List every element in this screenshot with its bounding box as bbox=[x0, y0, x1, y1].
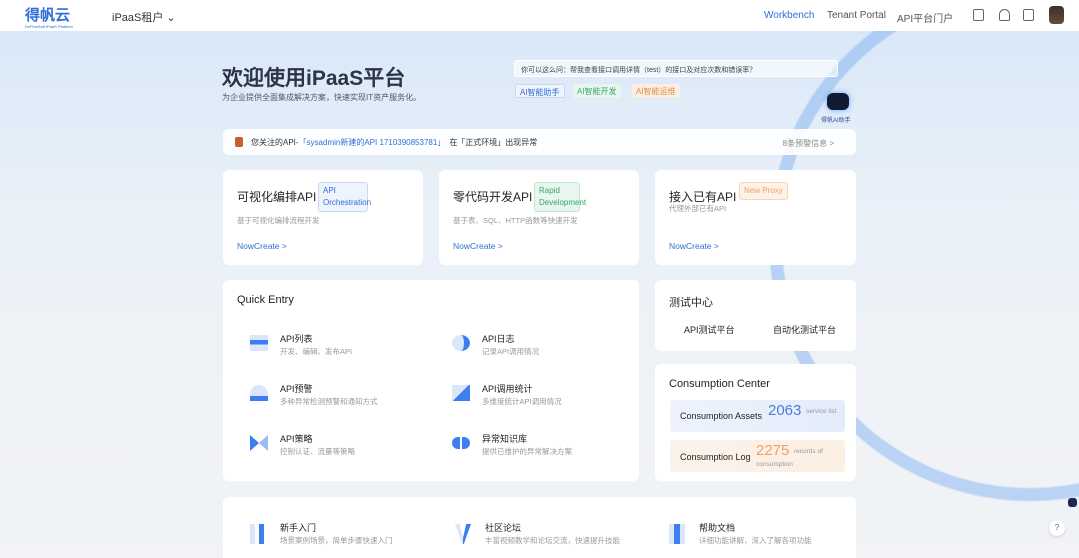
entry-title: API调用统计 bbox=[482, 384, 533, 394]
card-desc: 基于可视化编排流程开发 bbox=[237, 216, 320, 225]
quick-entry-knowledge[interactable]: 异常知识库提供已维护的异常解决方案 bbox=[452, 432, 632, 462]
help-question-icon[interactable]: ? bbox=[1049, 520, 1065, 536]
getting-started-icon bbox=[250, 524, 264, 544]
entry-desc: 多维度统计API调用情况 bbox=[482, 397, 562, 406]
card-desc: 代理外部已有API bbox=[669, 204, 727, 213]
quick-entry-api-log[interactable]: API日志记录API调用情况 bbox=[452, 332, 632, 362]
entry-desc: 提供已维护的异常解决方案 bbox=[482, 447, 572, 456]
notice-suffix: 在「正式环境」出现异常 bbox=[449, 137, 538, 147]
card-badge: API Orchestration bbox=[318, 182, 371, 212]
help-desc: 场景案例场景，简单步骤快速入门 bbox=[280, 536, 393, 545]
consumption-title: Consumption Center bbox=[669, 378, 770, 390]
nav-api-portal[interactable]: API平台门户 bbox=[897, 10, 953, 25]
quick-entry-api-policy[interactable]: API策略控制认证、流量等策略 bbox=[250, 432, 430, 462]
avatar[interactable] bbox=[1049, 6, 1064, 24]
entry-title: API列表 bbox=[280, 334, 313, 344]
floating-robot-icon[interactable] bbox=[1068, 498, 1077, 507]
card-badge: New Proxy bbox=[739, 182, 788, 200]
consumption-log[interactable]: Consumption Log 2275 records of consumpt… bbox=[670, 440, 845, 472]
logo-subtitle: DeFineSoft iPaaS Platform bbox=[25, 24, 73, 29]
alerts-more-link[interactable]: 8条预警信息 > bbox=[783, 138, 834, 149]
stats-icon bbox=[452, 385, 470, 401]
create-card-lowcode[interactable]: 零代码开发API Rapid Development 基于表、SQL、HTTP函… bbox=[439, 170, 639, 265]
top-header: 得帆云 DeFineSoft iPaaS Platform iPaaS租户 ⌄ W… bbox=[0, 0, 1079, 31]
consumption-assets[interactable]: Consumption Assets 2063 service list bbox=[670, 400, 845, 432]
entry-desc: 控制认证、流量等策略 bbox=[280, 447, 355, 456]
card-desc: 基于表、SQL、HTTP函数等快速开发 bbox=[453, 216, 578, 225]
tenant-select[interactable]: iPaaS租户 ⌄ bbox=[112, 9, 176, 25]
quick-entry-api-alert[interactable]: API预警多种异常检测预警和通知方式 bbox=[250, 382, 430, 412]
card-title: 可视化编排API bbox=[237, 190, 317, 204]
help-title: 帮助文档 bbox=[699, 523, 736, 533]
quick-entry-api-list[interactable]: API列表开发、编辑、发布API bbox=[250, 332, 430, 362]
entry-title: 异常知识库 bbox=[482, 434, 528, 444]
quick-entry-title: Quick Entry bbox=[237, 294, 294, 306]
entry-title: API策略 bbox=[280, 434, 313, 444]
tenant-label: iPaaS租户 bbox=[112, 12, 164, 24]
log-icon bbox=[452, 335, 470, 351]
now-create-link[interactable]: NowCreate > bbox=[453, 241, 503, 251]
help-desc: 详细功能讲解，深入了解各项功能 bbox=[699, 536, 812, 545]
chevron-down-icon: ⌄ bbox=[166, 12, 176, 24]
now-create-link[interactable]: NowCreate > bbox=[669, 241, 719, 251]
policy-icon bbox=[250, 435, 268, 451]
alert-notice-bar: 您关注的API- 「sysadmin新建的API 1710390853781」 … bbox=[223, 129, 856, 155]
bell-icon[interactable] bbox=[999, 9, 1010, 21]
api-test-platform-link[interactable]: API测试平台 bbox=[684, 323, 735, 336]
entry-title: API日志 bbox=[482, 334, 515, 344]
ai-tag-assistant[interactable]: AI智能助手 bbox=[515, 84, 565, 98]
consumption-center-panel: Consumption Center Consumption Assets 20… bbox=[655, 364, 856, 481]
ai-tag-ops[interactable]: AI智能运维 bbox=[632, 84, 680, 98]
quick-entry-api-stats[interactable]: API调用统计多维度统计API调用情况 bbox=[452, 382, 632, 412]
ai-robot-label: 得帆AI助手 bbox=[821, 118, 851, 124]
notice-prefix: 您关注的API- bbox=[251, 137, 299, 147]
list-icon bbox=[250, 335, 268, 351]
help-panel: 新手入门场景案例场景，简单步骤快速入门 社区论坛丰富视频教学和论坛交流，快速提升… bbox=[223, 497, 856, 558]
assets-label: Consumption Assets bbox=[680, 411, 763, 421]
nav-workbench[interactable]: Workbench bbox=[764, 10, 814, 21]
community-icon bbox=[455, 524, 471, 544]
auto-test-platform-link[interactable]: 自动化测试平台 bbox=[773, 323, 836, 336]
entry-desc: 记录API调用情况 bbox=[482, 347, 540, 356]
now-create-link[interactable]: NowCreate > bbox=[237, 241, 287, 251]
logo-text: 得帆云 bbox=[25, 7, 71, 24]
entry-desc: 多种异常检测预警和通知方式 bbox=[280, 397, 378, 406]
notice-api-link[interactable]: 「sysadmin新建的API 1710390853781」 bbox=[299, 137, 446, 148]
help-title: 社区论坛 bbox=[485, 523, 522, 533]
create-card-orchestration[interactable]: 可视化编排API API Orchestration 基于可视化编排流程开发 N… bbox=[223, 170, 423, 265]
document-icon[interactable] bbox=[1023, 9, 1034, 21]
quick-entry-panel: Quick Entry API列表开发、编辑、发布API API日志记录API调… bbox=[223, 280, 639, 481]
knowledge-icon bbox=[452, 437, 470, 449]
page-title: 欢迎使用iPaaS平台 bbox=[222, 67, 406, 90]
test-center-panel: 测试中心 API测试平台 自动化测试平台 bbox=[655, 280, 856, 351]
help-getting-started[interactable]: 新手入门场景案例场景，简单步骤快速入门 bbox=[250, 521, 430, 551]
nav-tenant-portal[interactable]: Tenant Portal bbox=[827, 10, 886, 21]
test-center-title: 测试中心 bbox=[669, 297, 713, 309]
help-title: 新手入门 bbox=[280, 523, 317, 533]
ai-robot-icon[interactable] bbox=[827, 93, 849, 110]
help-docs[interactable]: 帮助文档详细功能讲解，深入了解各项功能 bbox=[669, 521, 849, 551]
help-community[interactable]: 社区论坛丰富视频教学和论坛交流，快速提升技能 bbox=[455, 521, 635, 551]
clipboard-icon[interactable] bbox=[973, 9, 984, 21]
docs-icon bbox=[669, 524, 685, 544]
alert-icon bbox=[250, 385, 268, 401]
log-unit: records of consumption bbox=[756, 448, 823, 468]
ai-question-input[interactable]: 你可以这么问：帮我查看接口调用详情（test）的接口及对应次数和错误率？ bbox=[514, 60, 838, 77]
alert-icon bbox=[235, 137, 243, 147]
help-desc: 丰富视频教学和论坛交流，快速提升技能 bbox=[485, 536, 620, 545]
entry-desc: 开发、编辑、发布API bbox=[280, 347, 353, 356]
create-card-proxy[interactable]: 接入已有API New Proxy 代理外部已有API NowCreate > bbox=[655, 170, 856, 265]
logo[interactable]: 得帆云 DeFineSoft iPaaS Platform bbox=[25, 4, 73, 29]
entry-title: API预警 bbox=[280, 384, 313, 394]
log-label: Consumption Log bbox=[680, 452, 751, 462]
ai-tag-dev[interactable]: AI智能开发 bbox=[573, 84, 621, 98]
assets-unit: service list bbox=[806, 408, 837, 415]
card-title: 零代码开发API bbox=[453, 190, 533, 204]
page-subtitle: 为企业提供全面集成解决方案，快速实现IT资产服务化。 bbox=[222, 93, 422, 102]
card-badge: Rapid Development bbox=[534, 182, 586, 212]
